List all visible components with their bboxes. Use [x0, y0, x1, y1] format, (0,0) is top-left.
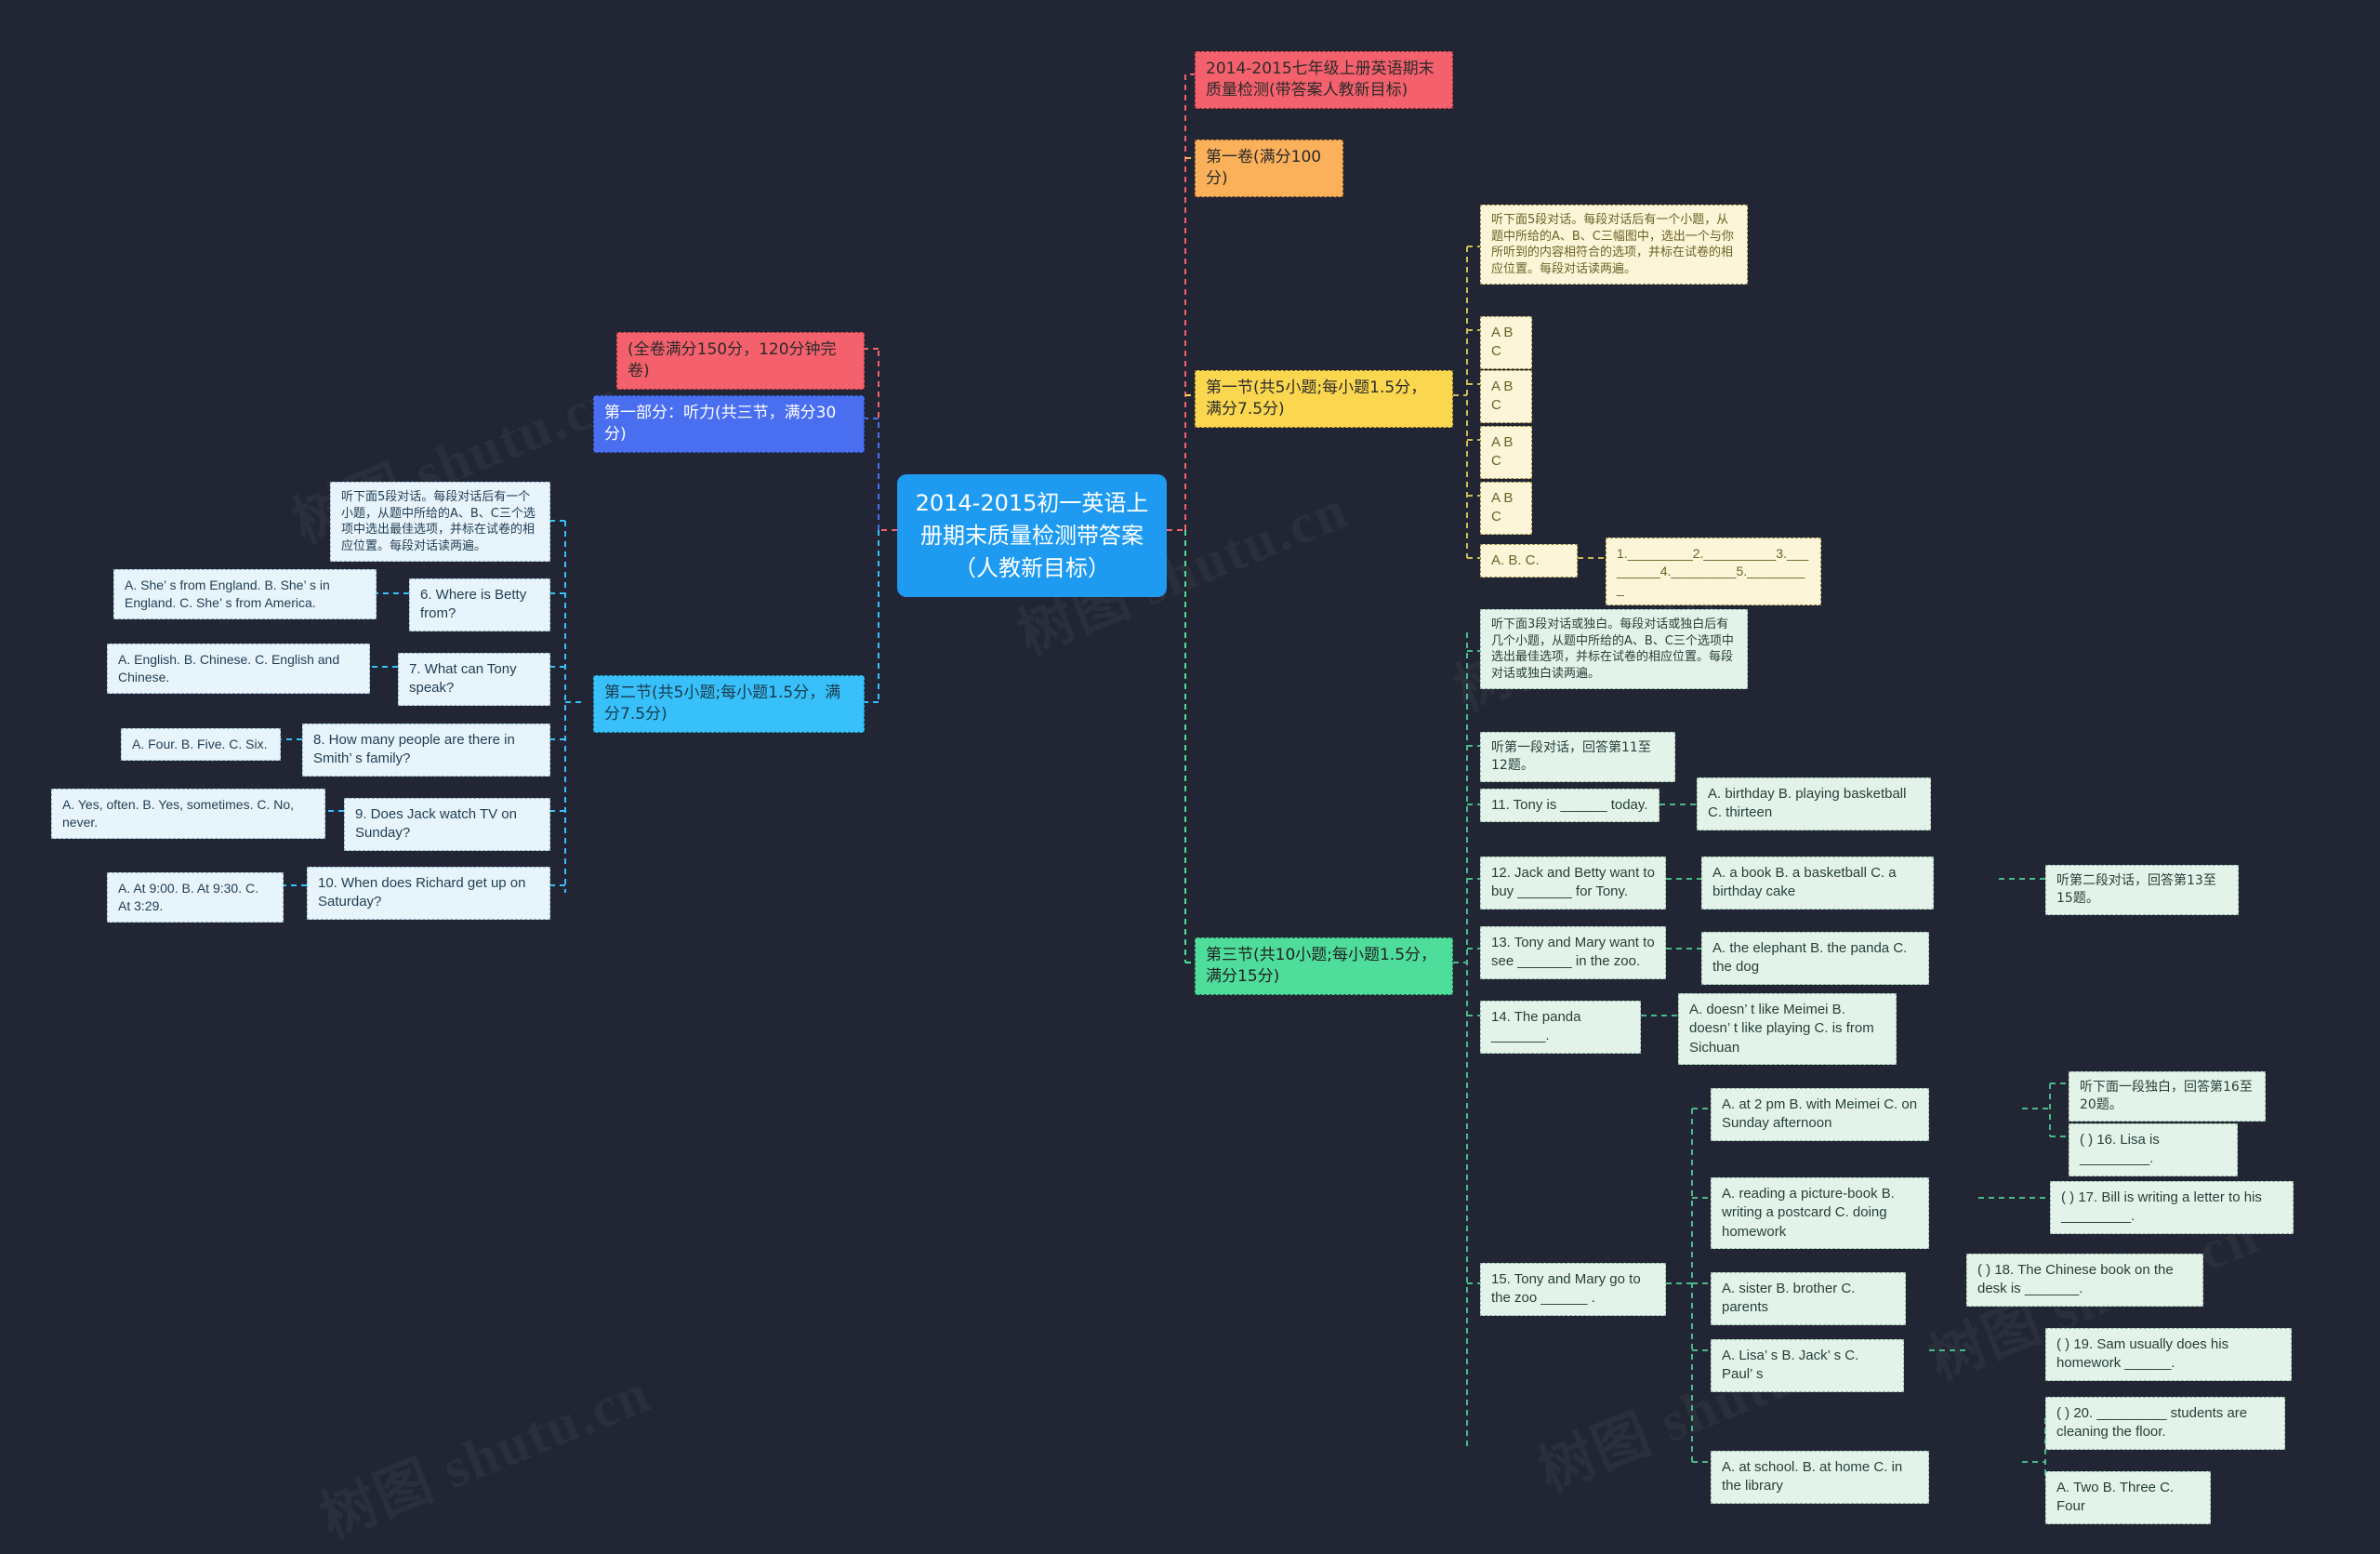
answer-9[interactable]: A. Yes, often. B. Yes, sometimes. C. No,… [51, 789, 325, 839]
section1-option-2[interactable]: A B C [1480, 370, 1532, 423]
question-17[interactable]: ( ) 17. Bill is writing a letter to his … [2050, 1181, 2294, 1234]
answer-15-e[interactable]: A. at school. B. at home C. in the libra… [1711, 1451, 1929, 1504]
answer-15-d[interactable]: A. Lisa’ s B. Jack’ s C. Paul’ s [1711, 1339, 1904, 1392]
section2-instruction[interactable]: 听下面5段对话。每段对话后有一个小题，从题中所给的A、B、C三个选项中选出最佳选… [330, 482, 550, 563]
question-14[interactable]: 14. The panda _______. [1480, 1001, 1641, 1054]
question-9[interactable]: 9. Does Jack watch TV on Sunday? [344, 798, 550, 851]
watermark: 树图 shutu.cn [307, 1348, 661, 1553]
section3-instruction[interactable]: 听下面3段对话或独白。每段对话或独白后有几个小题，从题中所给的A、B、C三个选项… [1480, 609, 1748, 690]
answer-12[interactable]: A. a book B. a basketball C. a birthday … [1701, 857, 1934, 910]
answer-7[interactable]: A. English. B. Chinese. C. English and C… [107, 644, 370, 694]
section3-cue-2[interactable]: 听第二段对话，回答第13至15题。 [2045, 865, 2239, 915]
answer-14[interactable]: A. doesn’ t like Meimei B. doesn’ t like… [1678, 993, 1897, 1065]
section3-cue-3[interactable]: 听下面一段独白，回答第16至20题。 [2069, 1071, 2266, 1122]
answer-15-c[interactable]: A. sister B. brother C. parents [1711, 1272, 1906, 1325]
section1-option-1[interactable]: A B C [1480, 316, 1532, 369]
section1-blank-row[interactable]: 1._________2.__________3._________4.____… [1606, 538, 1821, 605]
section1-option-3[interactable]: A B C [1480, 426, 1532, 479]
question-10[interactable]: 10. When does Richard get up on Saturday… [307, 867, 550, 920]
answer-8[interactable]: A. Four. B. Five. C. Six. [121, 728, 281, 761]
part-one-node[interactable]: 第一部分：听力(共三节，满分30分) [593, 395, 865, 453]
section2-node[interactable]: 第二节(共5小题;每小题1.5分，满分7.5分) [593, 675, 865, 733]
answer-15-b[interactable]: A. reading a picture-book B. writing a p… [1711, 1177, 1929, 1249]
question-16[interactable]: ( ) 16. Lisa is _________. [2069, 1123, 2238, 1176]
answer-10[interactable]: A. At 9:00. B. At 9:30. C. At 3:29. [107, 872, 284, 923]
question-13[interactable]: 13. Tony and Mary want to see _______ in… [1480, 926, 1666, 979]
answer-13[interactable]: A. the elephant B. the panda C. the dog [1701, 932, 1929, 985]
question-19[interactable]: ( ) 19. Sam usually does his homework __… [2045, 1328, 2292, 1381]
paper-one-node[interactable]: 第一卷(满分100分) [1195, 139, 1343, 197]
right-title-node[interactable]: 2014-2015七年级上册英语期末质量检测(带答案人教新目标) [1195, 51, 1453, 109]
answer-15-a[interactable]: A. at 2 pm B. with Meimei C. on Sunday a… [1711, 1088, 1929, 1141]
section3-node[interactable]: 第三节(共10小题;每小题1.5分，满分15分) [1195, 937, 1453, 995]
question-18[interactable]: ( ) 18. The Chinese book on the desk is … [1966, 1254, 2203, 1307]
section1-node[interactable]: 第一节(共5小题;每小题1.5分，满分7.5分) [1195, 370, 1453, 428]
answer-11[interactable]: A. birthday B. playing basketball C. thi… [1697, 777, 1931, 830]
mindmap-canvas: 树图 shutu.cn 树图 shutu.cn 树图 shutu.cn 树图 s… [0, 0, 2380, 1549]
answer-20[interactable]: A. Two B. Three C. Four [2045, 1471, 2211, 1524]
question-11[interactable]: 11. Tony is ______ today. [1480, 789, 1659, 823]
section1-instruction[interactable]: 听下面5段对话。每段对话后有一个小题，从题中所给的A、B、C三幅图中，选出一个与… [1480, 205, 1748, 286]
question-20[interactable]: ( ) 20. _________ students are cleaning … [2045, 1397, 2285, 1450]
question-15[interactable]: 15. Tony and Mary go to the zoo ______ . [1480, 1263, 1666, 1316]
question-7[interactable]: 7. What can Tony speak? [398, 653, 550, 706]
section3-cue-1[interactable]: 听第一段对话，回答第11至12题。 [1480, 732, 1675, 782]
section1-option-5[interactable]: A. B. C. [1480, 544, 1578, 578]
question-8[interactable]: 8. How many people are there in Smith’ s… [302, 724, 550, 777]
question-6[interactable]: 6. Where is Betty from? [409, 578, 550, 631]
section1-option-4[interactable]: A B C [1480, 482, 1532, 535]
root-node[interactable]: 2014-2015初一英语上册期末质量检测带答案（人教新目标） [897, 474, 1167, 598]
full-score-node[interactable]: (全卷满分150分，120分钟完卷) [616, 332, 865, 390]
question-12[interactable]: 12. Jack and Betty want to buy _______ f… [1480, 857, 1666, 910]
answer-6[interactable]: A. She’ s from England. B. She’ s in Eng… [113, 569, 377, 619]
